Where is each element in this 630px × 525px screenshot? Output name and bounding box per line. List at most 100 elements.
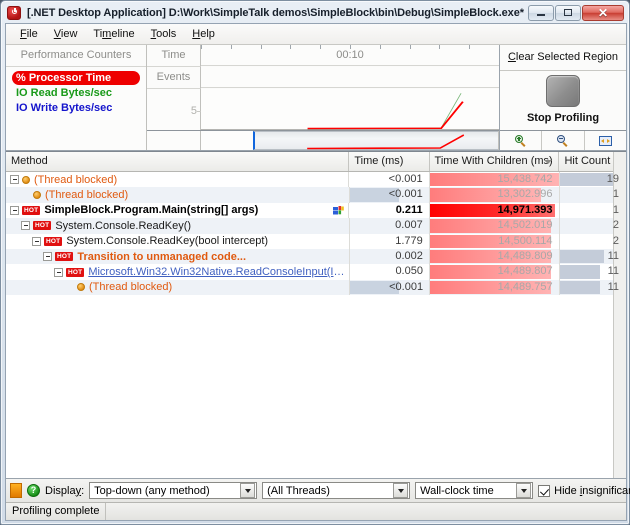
- help-icon[interactable]: ?: [27, 484, 40, 497]
- method-name: SimpleBlock.Program.Main(string[] args): [44, 204, 259, 217]
- hide-insignificant-control[interactable]: Hide insignificant methods: [538, 484, 630, 497]
- title-bar: [.NET Desktop Application] D:\Work\Simpl…: [5, 4, 625, 21]
- stop-square-icon: [546, 75, 580, 107]
- time-value: <0.001: [388, 188, 423, 201]
- time-value: 0.002: [395, 249, 423, 262]
- collapse-expander-icon[interactable]: [21, 221, 30, 231]
- menu-bar: File View Timeline Tools Help: [6, 24, 626, 45]
- collapse-expander-icon[interactable]: [10, 205, 19, 215]
- grid-vertical-scrollbar[interactable]: [613, 152, 626, 478]
- chevron-down-icon[interactable]: [516, 483, 532, 498]
- counter-io-write[interactable]: IO Write Bytes/sec: [12, 101, 116, 115]
- cell-time: <0.001: [349, 172, 430, 188]
- cell-hits: 11: [559, 279, 626, 296]
- timing-mode-combobox[interactable]: Wall-clock time: [415, 482, 534, 499]
- method-name[interactable]: Microsoft.Win32.Win32Native.ReadConsoleI…: [88, 266, 349, 278]
- zoom-fit-button[interactable]: [584, 131, 626, 150]
- cell-method: (Thread blocked): [6, 187, 350, 203]
- clear-selected-region-button[interactable]: Clear Selected Region: [500, 45, 626, 71]
- cell-method: HOT Transition to unmanaged code...: [6, 248, 350, 265]
- cell-time: 0.002: [350, 248, 430, 265]
- counter-io-read[interactable]: IO Read Bytes/sec: [12, 86, 116, 100]
- hits-value: 19: [606, 173, 619, 185]
- zoom-in-button[interactable]: [500, 131, 543, 150]
- hide-insignificant-checkbox[interactable]: [538, 484, 551, 497]
- collapse-expander-icon[interactable]: [32, 236, 41, 246]
- counter-chart-svg: [201, 93, 499, 130]
- source-code-icon[interactable]: [333, 205, 345, 215]
- menu-timeline[interactable]: Timeline: [85, 26, 142, 43]
- zoom-fit-icon: [598, 135, 612, 146]
- application-window: [.NET Desktop Application] D:\Work\Simpl…: [0, 0, 630, 525]
- close-button[interactable]: ✕: [582, 4, 624, 21]
- hits-value: 11: [607, 280, 619, 293]
- time-row: Time 00:10: [147, 45, 500, 67]
- cell-time: 0.007: [350, 218, 430, 234]
- cell-method: HOT System.Console.ReadKey(bool intercept…: [6, 233, 350, 249]
- display-mode-combobox[interactable]: Top-down (any method): [89, 482, 258, 499]
- column-header-twc-label: Time With Children (ms): [434, 155, 553, 167]
- twc-value: 14,489.757: [497, 280, 553, 293]
- table-row[interactable]: HOT System.Console.ReadKey(bool intercept…: [6, 233, 626, 249]
- time-track[interactable]: 00:10: [201, 45, 500, 66]
- table-row[interactable]: HOT System.Console.ReadKey() 0.007 14,502.0…: [6, 218, 626, 234]
- table-row[interactable]: HOT Microsoft.Win32.Win32Native.ReadConso…: [6, 264, 626, 280]
- chevron-down-icon[interactable]: [393, 483, 409, 498]
- zoom-out-button[interactable]: [542, 131, 585, 150]
- status-text: Profiling complete: [6, 503, 107, 520]
- zoom-in-icon: [515, 135, 526, 147]
- maximize-button[interactable]: [555, 4, 581, 21]
- menu-view[interactable]: View: [46, 26, 86, 43]
- overview-processor-line: [307, 134, 465, 150]
- hot-badge-icon: HOT: [66, 267, 85, 277]
- timeline-overview-strip[interactable]: [201, 131, 499, 150]
- column-header-method[interactable]: Method: [6, 152, 350, 171]
- thread-blocked-dot-icon: [77, 283, 85, 292]
- table-row[interactable]: HOT SimpleBlock.Program.Main(string[] arg…: [6, 202, 626, 219]
- table-row[interactable]: (Thread blocked) <0.001 15,438.742 19: [6, 172, 626, 188]
- stop-profiling-control[interactable]: Stop Profiling: [500, 71, 626, 130]
- performance-counters-list: % Processor Time IO Read Bytes/sec IO Wr…: [6, 67, 146, 116]
- hits-value: 1: [612, 203, 619, 216]
- column-header-time-with-children[interactable]: Time With Children (ms): [430, 152, 560, 171]
- hot-badge-icon: HOT: [22, 205, 41, 215]
- thread-filter-combobox[interactable]: (All Threads): [262, 482, 411, 499]
- timeline-controls-pane: Clear Selected Region Stop Profiling: [499, 45, 626, 150]
- events-track[interactable]: [201, 67, 499, 88]
- column-header-time[interactable]: Time (ms): [349, 152, 430, 171]
- thread-blocked-dot-icon: [33, 191, 41, 200]
- menu-file[interactable]: File: [12, 26, 46, 43]
- time-value: <0.001: [388, 173, 423, 185]
- timeline-overview-row: [147, 130, 499, 150]
- grid-body[interactable]: (Thread blocked) <0.001 15,438.742 19 (Threa…: [6, 172, 626, 478]
- menu-tools[interactable]: Tools: [143, 26, 185, 43]
- table-row[interactable]: (Thread blocked) <0.001 14,489.757 11: [6, 279, 626, 296]
- hot-badge-icon: HOT: [55, 252, 74, 262]
- collapse-expander-icon[interactable]: [54, 267, 63, 277]
- menu-help[interactable]: Help: [184, 26, 223, 43]
- client-area: File View Timeline Tools Help Performanc…: [5, 23, 630, 521]
- counter-processor-time[interactable]: % Processor Time: [12, 71, 140, 85]
- value-bar: [559, 280, 601, 295]
- table-row[interactable]: (Thread blocked) <0.001 13,302.996 1: [6, 187, 626, 203]
- twc-value: 15,438.742: [497, 173, 553, 185]
- twc-value: 14,502.019: [497, 219, 553, 232]
- method-name: (Thread blocked): [45, 189, 129, 202]
- cell-method: (Thread blocked): [6, 172, 350, 188]
- chevron-down-icon[interactable]: [240, 483, 256, 498]
- series-io-read-line: [307, 93, 462, 130]
- time-value: 1.779: [395, 234, 423, 247]
- cell-twc: 14,489.809: [429, 248, 560, 265]
- window-title: [.NET Desktop Application] D:\Work\Simpl…: [27, 6, 527, 19]
- method-name: System.Console.ReadKey(): [55, 219, 192, 232]
- collapse-expander-icon[interactable]: [10, 175, 19, 185]
- collapse-expander-icon[interactable]: [43, 252, 52, 262]
- cell-method: HOT SimpleBlock.Program.Main(string[] arg…: [6, 202, 350, 219]
- performance-counters-header: Performance Counters: [6, 45, 146, 67]
- cell-time: 1.779: [350, 233, 430, 249]
- minimize-button[interactable]: [528, 4, 554, 21]
- app-icon: [7, 5, 21, 20]
- table-row[interactable]: HOT Transition to unmanaged code... 0.002 1…: [6, 248, 626, 265]
- counter-chart-plot[interactable]: [201, 89, 499, 130]
